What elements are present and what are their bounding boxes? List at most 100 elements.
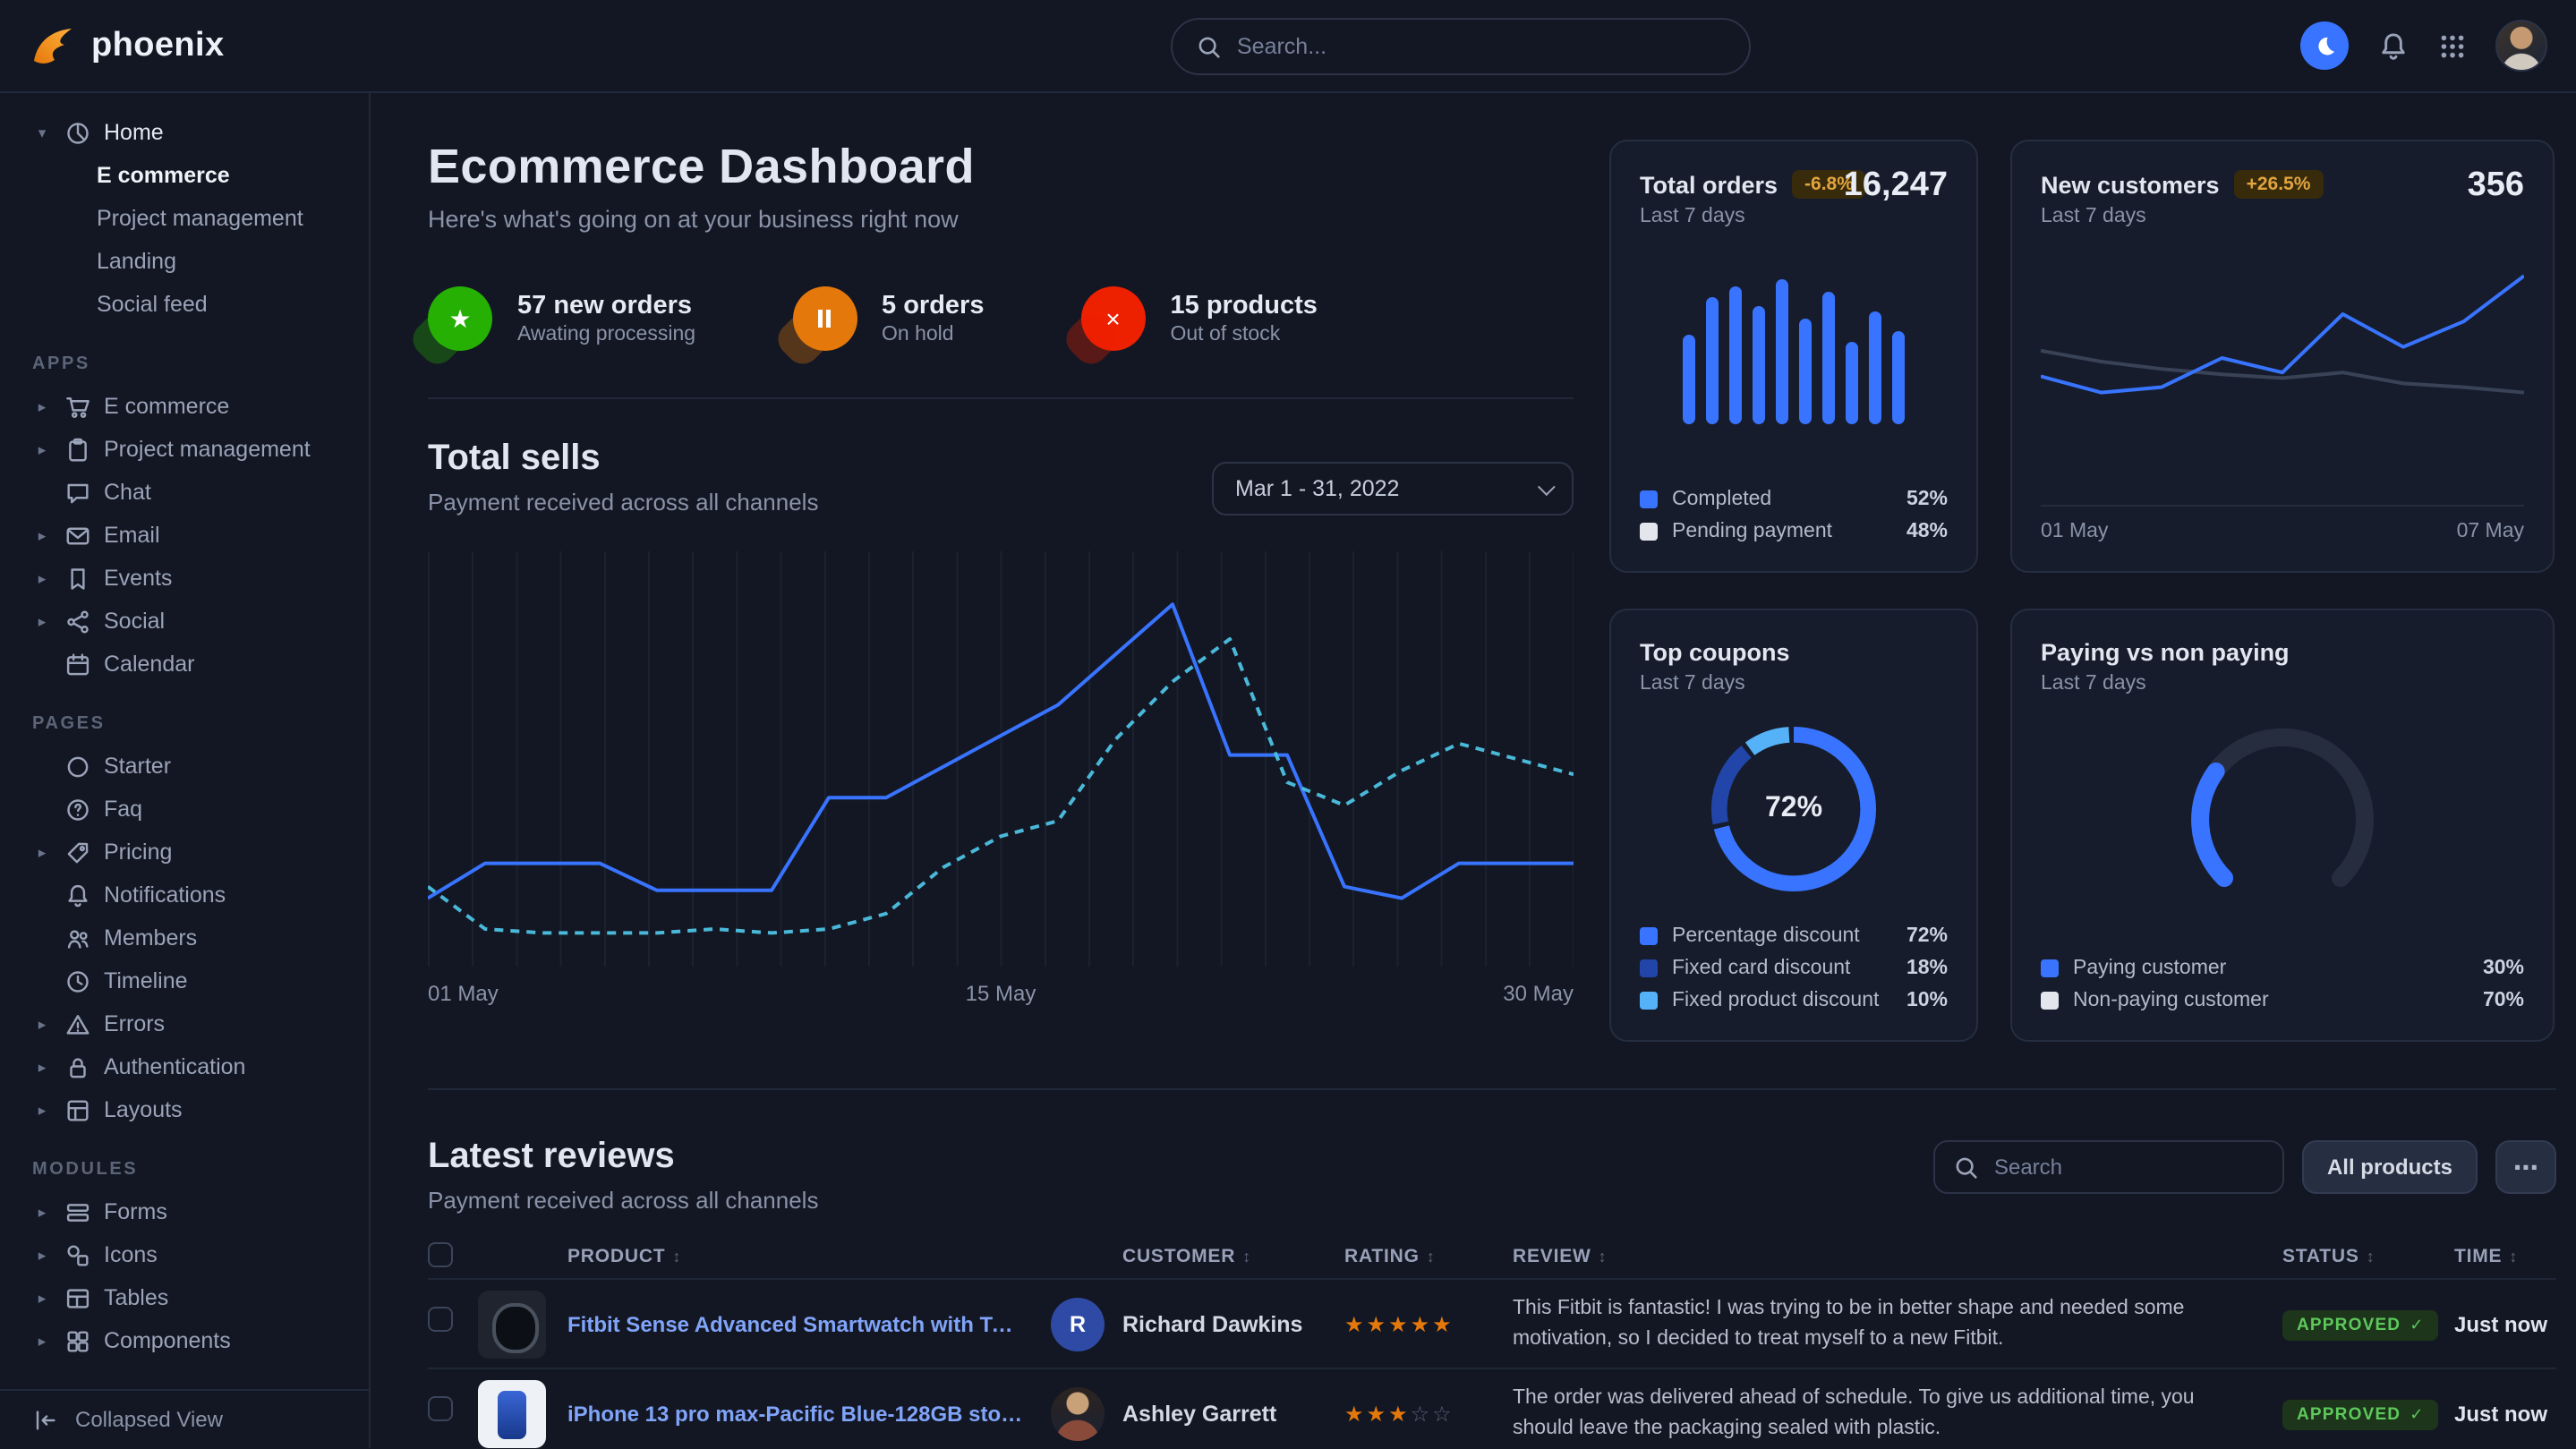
reviews-search-input[interactable] (1994, 1155, 2265, 1180)
bell-icon[interactable] (2377, 30, 2410, 62)
navbar-actions (2300, 20, 2547, 72)
column-time[interactable]: TIME (2454, 1246, 2502, 1267)
all-products-button[interactable]: All products (2302, 1140, 2478, 1194)
row-checkbox[interactable] (428, 1396, 453, 1421)
sort-icon: ↕ (1242, 1248, 1251, 1266)
sidebar-item-social[interactable]: ▸Social (0, 600, 369, 643)
stat-value: 57 new orders (517, 292, 695, 320)
sidebar-item-events[interactable]: ▸Events (0, 557, 369, 600)
sidebar-item-project-management[interactable]: Project management (0, 197, 369, 240)
sidebar-item-label: Pricing (104, 840, 172, 865)
product-image (478, 1290, 546, 1358)
total-sells-chart (428, 551, 1574, 967)
sidebar-item-components[interactable]: ▸Components (0, 1319, 369, 1362)
sidebar-item-errors[interactable]: ▸Errors (0, 1002, 369, 1045)
caret-icon: ▸ (32, 525, 52, 545)
sidebar-item-e-commerce[interactable]: E commerce (0, 154, 369, 197)
reviews-controls: All products ⋯ (1933, 1140, 2556, 1194)
product-link[interactable]: Fitbit Sense Advanced Smartwatch with To… (567, 1311, 1026, 1336)
select-all-checkbox[interactable] (428, 1241, 453, 1266)
gauge-track (2200, 737, 2365, 878)
collapsed-view-button[interactable]: Collapsed View (0, 1389, 369, 1448)
navbar-search-input[interactable] (1237, 34, 1726, 59)
sort-icon: ↕ (672, 1248, 681, 1266)
sidebar-item-faq[interactable]: Faq (0, 788, 369, 831)
sidebar-item-notifications[interactable]: Notifications (0, 874, 369, 916)
sidebar-item-label: Icons (104, 1242, 158, 1267)
column-review[interactable]: REVIEW (1513, 1246, 1591, 1267)
sidebar-item-tables[interactable]: ▸Tables (0, 1276, 369, 1319)
date-range-select[interactable]: Mar 1 - 31, 2022 (1212, 462, 1574, 516)
top-navbar: phoenix (0, 0, 2576, 93)
more-options-button[interactable]: ⋯ (2495, 1140, 2556, 1194)
legend-label: Fixed product discount (1672, 990, 1879, 1011)
app: phoenix ▾HomeE commerceProject managemen… (0, 0, 2576, 1449)
envelope-icon (64, 522, 91, 549)
column-customer[interactable]: CUSTOMER (1122, 1246, 1235, 1267)
search-icon (1196, 33, 1223, 60)
sidebar-item-timeline[interactable]: Timeline (0, 959, 369, 1002)
stat-caption: Out of stock (1171, 324, 1318, 345)
apps-grid-icon[interactable] (2438, 31, 2467, 60)
caret-icon: ▸ (32, 1100, 52, 1120)
sidebar-item-chat[interactable]: Chat (0, 471, 369, 514)
total-sells-x-labels: 01 May 15 May 30 May (428, 981, 1574, 1006)
sort-icon: ↕ (2367, 1248, 2376, 1266)
sidebar-item-calendar[interactable]: Calendar (0, 643, 369, 686)
sidebar-item-authentication[interactable]: ▸Authentication (0, 1045, 369, 1088)
card-period: Last 7 days (2041, 673, 2524, 695)
latest-reviews-subtitle: Payment received across all channels (428, 1187, 818, 1214)
product-image (478, 1379, 546, 1447)
product-link[interactable]: iPhone 13 pro max-Pacific Blue-128GB sto… (567, 1401, 1026, 1426)
sidebar-nav: ▾HomeE commerceProject managementLanding… (0, 111, 369, 1362)
lock-icon (64, 1053, 91, 1080)
sidebar-item-pricing[interactable]: ▸Pricing (0, 831, 369, 874)
column-product[interactable]: PRODUCT (567, 1246, 665, 1267)
sidebar-item-label: Notifications (104, 882, 226, 908)
reviews-table-body: Fitbit Sense Advanced Smartwatch with To… (428, 1278, 2556, 1448)
sidebar-item-email[interactable]: ▸Email (0, 514, 369, 557)
x-icon: × (1081, 286, 1146, 351)
sidebar-item-label: Timeline (104, 968, 188, 993)
sidebar-item-label: E commerce (104, 394, 229, 419)
caret-icon: ▸ (32, 1014, 52, 1034)
clipboard-icon (64, 436, 91, 463)
sidebar-item-e-commerce[interactable]: ▸E commerce (0, 385, 369, 428)
new-customers-value: 356 (2468, 166, 2524, 206)
user-avatar[interactable] (2495, 20, 2547, 72)
total-sells-title: Total sells (428, 439, 818, 480)
sidebar-item-label: Social (104, 609, 165, 634)
bar (1753, 306, 1765, 424)
sidebar-item-members[interactable]: Members (0, 916, 369, 959)
sidebar-item-social-feed[interactable]: Social feed (0, 283, 369, 326)
star-filled-icon: ★ (1411, 1311, 1433, 1336)
sidebar-item-forms[interactable]: ▸Forms (0, 1190, 369, 1233)
card-title: Top coupons (1640, 639, 1790, 666)
brand[interactable]: phoenix (29, 22, 225, 69)
cart-icon (64, 393, 91, 420)
phoenix-logo-icon (29, 22, 75, 69)
bar (1683, 335, 1695, 424)
row-checkbox[interactable] (428, 1307, 453, 1332)
sidebar-item-project-management[interactable]: ▸Project management (0, 428, 369, 471)
star-empty-icon: ☆ (1432, 1401, 1454, 1426)
sidebar-item-home[interactable]: ▾Home (0, 111, 369, 154)
column-rating[interactable]: RATING (1344, 1246, 1420, 1267)
bar (1892, 331, 1905, 424)
caret-icon: ▸ (32, 439, 52, 459)
sidebar-item-landing[interactable]: Landing (0, 240, 369, 283)
column-status[interactable]: STATUS (2282, 1246, 2359, 1267)
sidebar-item-layouts[interactable]: ▸Layouts (0, 1088, 369, 1131)
theme-toggle-button[interactable] (2300, 21, 2349, 70)
reviews-search[interactable] (1933, 1140, 2284, 1194)
sidebar-item-starter[interactable]: Starter (0, 745, 369, 788)
navbar-search[interactable] (1171, 18, 1751, 75)
layout-icon (64, 1096, 91, 1123)
new-customers-badge: +26.5% (2234, 170, 2324, 199)
legend-item: Fixed product discount10% (1640, 990, 1948, 1011)
sidebar-item-icons[interactable]: ▸Icons (0, 1233, 369, 1276)
legend-label: Percentage discount (1672, 925, 1860, 947)
x-label: 30 May (1503, 981, 1574, 1006)
table-header: PRODUCT↕ CUSTOMER↕ RATING↕ REVIEW↕ STATU… (428, 1235, 2556, 1278)
legend-label: Pending payment (1672, 521, 1832, 542)
